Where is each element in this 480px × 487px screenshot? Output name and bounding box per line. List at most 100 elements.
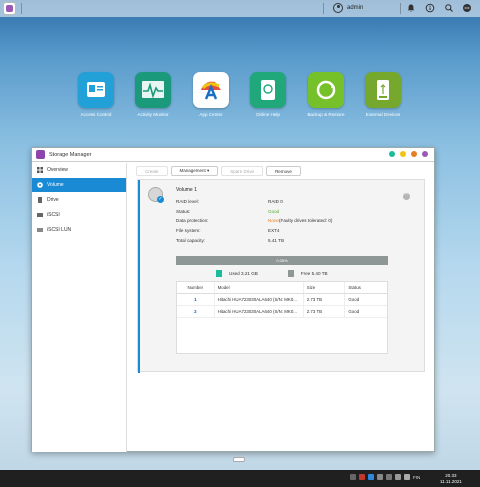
column-header[interactable]: Model <box>215 282 304 293</box>
window-control-close[interactable] <box>422 151 428 157</box>
sidebar-item-iscsi[interactable]: iSCSI <box>32 208 126 222</box>
property-value: EXT4 <box>268 228 280 234</box>
used-label: Used 3.21 GB <box>229 271 258 276</box>
system-tray: FIN <box>350 474 420 480</box>
divider <box>323 3 324 14</box>
window-control-maximize[interactable] <box>411 151 417 157</box>
storage-manager-icon <box>36 150 45 159</box>
sidebar-item-label: Overview <box>47 167 68 173</box>
window-title-bar[interactable]: Storage Manager <box>32 148 434 162</box>
drive-icon <box>38 197 42 203</box>
sidebar-item-label: Drive <box>47 197 59 203</box>
window-title: Storage Manager <box>49 151 92 158</box>
check-icon: ✓ <box>157 196 164 203</box>
property-file-system: File system: EXT4 <box>176 226 332 236</box>
property-data-protection: Data protection: None (Faulty drives tol… <box>176 216 332 226</box>
sidebar-item-label: iSCSI LUN <box>47 227 72 233</box>
window-control-minimize[interactable] <box>400 151 406 157</box>
status-value: Good <box>268 208 280 214</box>
sidebar-item-label: Volume <box>47 182 64 188</box>
notification-icon[interactable] <box>406 3 416 13</box>
volume-disk-icon: ✓ <box>148 187 164 203</box>
property-raid-level: RAID level: RAID 0 <box>176 197 332 207</box>
column-header[interactable]: Status <box>345 282 387 293</box>
sidebar-item-iscsi-lun[interactable]: iSCSI LUN <box>32 223 126 237</box>
volume-icon <box>37 182 43 188</box>
app-activity-monitor[interactable]: Activity Monitor <box>125 72 181 117</box>
battery-icon[interactable] <box>404 474 410 480</box>
drive-status: Good <box>348 309 360 314</box>
sidebar-item-overview[interactable]: Overview <box>32 163 126 177</box>
drive-size: 2.73 TB <box>304 306 346 317</box>
protection-detail: (Faulty drives tolerated: 0) <box>278 218 333 224</box>
property-total-capacity: Total capacity: 5.41 TB <box>176 235 332 245</box>
tray-icon[interactable] <box>350 474 356 480</box>
management-button[interactable]: Management ▾ <box>170 166 219 176</box>
show-desktop-button[interactable] <box>233 457 245 462</box>
toolbar: Create Management ▾ Spare Drive Remove <box>136 166 301 176</box>
selection-accent <box>138 180 140 373</box>
language-indicator[interactable]: FIN <box>413 475 420 480</box>
window-control-help[interactable] <box>389 151 395 157</box>
external-devices-icon <box>365 72 401 108</box>
remove-button[interactable]: Remove <box>266 166 301 176</box>
property-key: Total capacity: <box>176 237 206 243</box>
property-key: File system: <box>176 228 201 234</box>
protection-value: None <box>268 218 279 224</box>
activity-monitor-icon <box>135 72 171 108</box>
username: admin <box>347 5 364 11</box>
table-row[interactable]: 1 Hitachi HUA723030ALA640 (S/N: MK0... 2… <box>177 294 387 306</box>
column-header[interactable]: Size <box>304 282 346 293</box>
sidebar: Overview Volume Drive iSCSI iSCSI LUN <box>32 163 127 452</box>
volume-panel[interactable]: ✓ Volume 1 ⌃ RAID level: RAID 0 Status: … <box>137 179 425 373</box>
property-key: Data protection: <box>176 218 209 224</box>
app-backup-restore[interactable]: Backup & Restore <box>298 72 354 117</box>
property-status: Status: Good <box>176 207 332 217</box>
volume-tray-icon[interactable] <box>395 474 401 480</box>
tray-icon[interactable] <box>359 474 365 480</box>
free-label: Free 5.40 TB <box>300 271 328 276</box>
table-row[interactable]: 2 Hitachi HUA723030ALA640 (S/N: MK0... 2… <box>177 306 387 318</box>
main-menu-button[interactable] <box>3 2 16 15</box>
tray-icon[interactable] <box>377 474 383 480</box>
app-external-devices[interactable]: External Devices <box>355 72 411 117</box>
more-icon[interactable] <box>462 3 472 13</box>
app-label: Online Help <box>255 112 280 117</box>
iscsi-icon <box>37 213 43 217</box>
app-center-icon <box>193 72 229 108</box>
drive-number[interactable]: 2 <box>177 306 215 317</box>
access-control-icon <box>78 72 114 108</box>
drive-model: Hitachi HUA723030ALA640 (S/N: MK0... <box>215 306 304 317</box>
sidebar-item-volume[interactable]: Volume <box>32 178 126 192</box>
window-controls <box>389 151 428 157</box>
property-key: Status: <box>176 208 191 214</box>
top-bar: admin <box>0 0 480 17</box>
column-header[interactable]: Number <box>177 282 215 293</box>
drive-number[interactable]: 1 <box>177 294 215 305</box>
app-label: External Devices <box>365 112 401 117</box>
volume-name: Volume 1 <box>176 187 197 193</box>
tray-icon[interactable] <box>368 474 374 480</box>
user-menu[interactable]: admin <box>333 3 363 13</box>
drive-model: Hitachi HUA723030ALA640 (S/N: MK0... <box>215 294 304 305</box>
storage-manager-window: Storage Manager Overview Volume Drive iS… <box>31 147 435 452</box>
sidebar-item-drive[interactable]: Drive <box>32 193 126 207</box>
spare-drive-button[interactable]: Spare Drive <box>221 166 264 176</box>
collapse-button[interactable]: ⌃ <box>403 193 410 200</box>
network-icon[interactable] <box>386 474 392 480</box>
app-label: Activity Monitor <box>137 112 169 117</box>
create-button[interactable]: Create <box>136 166 168 176</box>
info-icon[interactable] <box>425 3 435 13</box>
search-icon[interactable] <box>444 3 454 13</box>
app-online-help[interactable]: Online Help <box>240 72 296 117</box>
drive-status: Good <box>348 297 360 302</box>
app-label: App Center <box>199 112 223 117</box>
volume-properties: RAID level: RAID 0 Status: Good Data pro… <box>176 197 332 245</box>
online-help-icon <box>250 72 286 108</box>
iscsi-lun-icon <box>37 228 43 232</box>
app-access-control[interactable]: Access Control <box>68 72 124 117</box>
app-app-center[interactable]: App Center <box>183 72 239 117</box>
clock-date: 11.11.2021 <box>440 479 462 484</box>
drive-size: 2.73 TB <box>304 294 346 305</box>
taskbar-clock[interactable]: 20.33 11.11.2021 <box>440 473 462 485</box>
